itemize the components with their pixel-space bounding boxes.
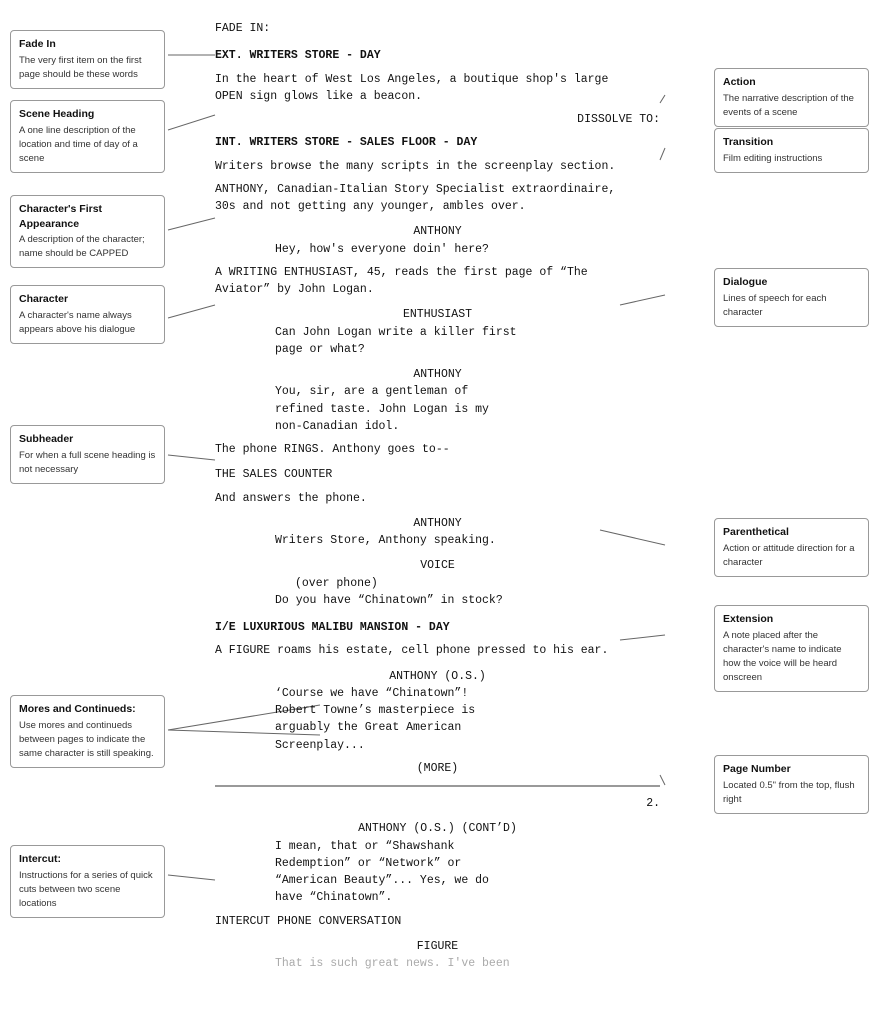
- dialogue-1: Hey, how's everyone doin' here?: [275, 241, 600, 258]
- screenplay: FADE IN: EXT. WRITERS STORE - DAY In the…: [215, 20, 660, 978]
- character-anthony-os-contd: ANTHONY (O.S.) (CONT’D): [215, 820, 660, 837]
- annotation-extension: Extension A note placed after the charac…: [714, 605, 869, 692]
- annotation-intercut: Intercut: Instructions for a series of q…: [10, 845, 165, 918]
- dialogue-6: ‘Course we have “Chinatown”!Robert Towne…: [275, 685, 600, 754]
- annotation-action-title: Action: [723, 75, 860, 90]
- annotation-page-number: Page Number Located 0.5" from the top, f…: [714, 755, 869, 814]
- annotation-intercut-title: Intercut:: [19, 852, 156, 867]
- fade-in-line: FADE IN:: [215, 20, 660, 37]
- annotation-parenthetical-desc: Action or attitude direction for a chara…: [723, 543, 855, 568]
- annotation-parenthetical-title: Parenthetical: [723, 525, 860, 540]
- annotation-intercut-desc: Instructions for a series of quick cuts …: [19, 870, 153, 909]
- dialogue-4: Writers Store, Anthony speaking.: [275, 532, 600, 549]
- annotation-transition-desc: Film editing instructions: [723, 153, 822, 164]
- character-anthony-2: ANTHONY: [215, 366, 660, 383]
- annotation-mores: Mores and Continueds: Use mores and cont…: [10, 695, 165, 768]
- annotation-character-desc: A character's name always appears above …: [19, 310, 135, 335]
- annotation-action: Action The narrative description of the …: [714, 68, 869, 127]
- annotation-character-first-desc: A description of the character; name sho…: [19, 234, 145, 259]
- annotation-mores-desc: Use mores and continueds between pages t…: [19, 720, 154, 759]
- scene-heading-1: EXT. WRITERS STORE - DAY: [215, 47, 660, 64]
- annotation-fade-in-desc: The very first item on the first page sh…: [19, 55, 141, 80]
- annotation-transition-title: Transition: [723, 135, 860, 150]
- annotation-fade-in-title: Fade In: [19, 37, 156, 52]
- annotation-transition: Transition Film editing instructions: [714, 128, 869, 173]
- dialogue-2: Can John Logan write a killer firstpage …: [275, 324, 600, 359]
- action-answers-phone: And answers the phone.: [215, 490, 660, 507]
- character-anthony-os-1: ANTHONY (O.S.): [215, 668, 660, 685]
- fade-in-text: FADE IN:: [215, 22, 270, 35]
- annotation-mores-title: Mores and Continueds:: [19, 702, 156, 717]
- annotation-scene-heading-title: Scene Heading: [19, 107, 156, 122]
- scene-heading-3: I/E LUXURIOUS MALIBU MANSION - DAY: [215, 619, 660, 636]
- character-anthony-3: ANTHONY: [215, 515, 660, 532]
- action-character-intro: ANTHONY, Canadian-Italian Story Speciali…: [215, 181, 660, 216]
- annotation-dialogue-title: Dialogue: [723, 275, 860, 290]
- character-anthony-1: ANTHONY: [215, 223, 660, 240]
- character-figure: FIGURE: [215, 938, 660, 955]
- action-1: In the heart of West Los Angeles, a bout…: [215, 71, 660, 106]
- intercut-1: INTERCUT PHONE CONVERSATION: [215, 913, 660, 930]
- action-2: Writers browse the many scripts in the s…: [215, 158, 660, 175]
- annotation-scene-heading-desc: A one line description of the location a…: [19, 125, 138, 164]
- transition-1: DISSOLVE TO:: [215, 111, 660, 128]
- annotation-extension-title: Extension: [723, 612, 860, 627]
- annotation-character-first: Character's First Appearance A descripti…: [10, 195, 165, 268]
- annotation-page-number-title: Page Number: [723, 762, 860, 777]
- dialogue-5: Do you have “Chinatown” in stock?: [275, 592, 600, 609]
- annotation-fade-in: Fade In The very first item on the first…: [10, 30, 165, 89]
- annotation-subheader-title: Subheader: [19, 432, 156, 447]
- dialogue-3: You, sir, are a gentleman ofrefined tast…: [275, 383, 600, 435]
- annotation-subheader-desc: For when a full scene heading is not nec…: [19, 450, 155, 475]
- annotation-parenthetical: Parenthetical Action or attitude directi…: [714, 518, 869, 577]
- character-voice: VOICE: [215, 557, 660, 574]
- dialogue-8: That is such great news. I've been: [275, 955, 600, 972]
- annotation-character: Character A character's name always appe…: [10, 285, 165, 344]
- annotation-page-number-desc: Located 0.5" from the top, flush right: [723, 780, 855, 805]
- action-enthusiast-intro: A WRITING ENTHUSIAST, 45, reads the firs…: [215, 264, 660, 299]
- annotation-character-first-title: Character's First Appearance: [19, 202, 156, 231]
- annotation-dialogue-desc: Lines of speech for each character: [723, 293, 827, 318]
- dialogue-7: I mean, that or “ShawshankRedemption” or…: [275, 838, 600, 907]
- annotation-scene-heading: Scene Heading A one line description of …: [10, 100, 165, 173]
- annotation-action-desc: The narrative description of the events …: [723, 93, 854, 118]
- scene-heading-2: INT. WRITERS STORE - SALES FLOOR - DAY: [215, 134, 660, 151]
- action-phone-rings: The phone RINGS. Anthony goes to--: [215, 441, 660, 458]
- subheader-sales-counter: THE SALES COUNTER: [215, 466, 660, 483]
- annotation-subheader: Subheader For when a full scene heading …: [10, 425, 165, 484]
- annotation-dialogue: Dialogue Lines of speech for each charac…: [714, 268, 869, 327]
- annotation-character-title: Character: [19, 292, 156, 307]
- more-1: (MORE): [215, 760, 660, 777]
- annotation-extension-desc: A note placed after the character's name…: [723, 630, 842, 683]
- character-enthusiast: ENTHUSIAST: [215, 306, 660, 323]
- page-number-2: 2.: [215, 795, 660, 812]
- parenthetical-1: (over phone): [295, 575, 580, 592]
- page-container: Fade In The very first item on the first…: [0, 0, 879, 1024]
- page-break-divider: [215, 785, 660, 787]
- action-figure-roams: A FIGURE roams his estate, cell phone pr…: [215, 642, 660, 659]
